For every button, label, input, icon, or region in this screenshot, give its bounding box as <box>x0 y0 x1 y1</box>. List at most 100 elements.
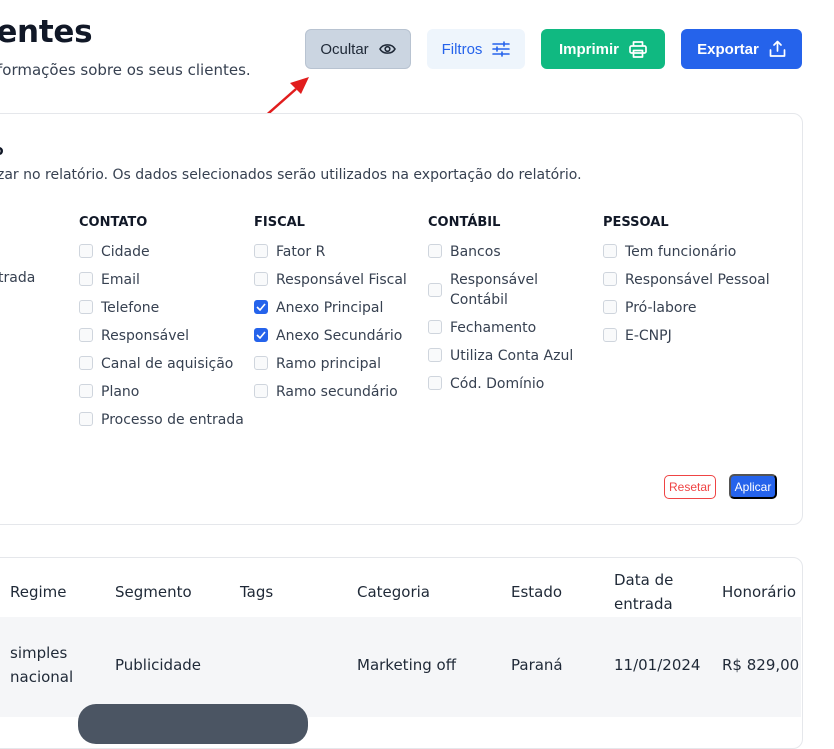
option-ramo-secundario[interactable]: Ramo secundário <box>254 382 398 402</box>
column-header-segmento[interactable]: Segmento <box>115 580 192 604</box>
checkbox[interactable] <box>254 244 268 258</box>
option-plano[interactable]: Plano <box>79 382 139 402</box>
option-label: Email <box>101 272 140 288</box>
option-responsavel-pessoal[interactable]: Responsável Pessoal <box>603 270 770 290</box>
option-responsavel-contabil[interactable]: Responsável Contábil <box>428 270 560 310</box>
option-label: Bancos <box>450 244 501 260</box>
checkbox[interactable] <box>254 272 268 286</box>
cell-estado: Paraná <box>511 656 563 674</box>
option-label: Cód. Domínio <box>450 376 545 392</box>
option-label: Anexo Secundário <box>276 328 403 344</box>
checkbox[interactable] <box>79 384 93 398</box>
checkbox[interactable] <box>428 283 442 297</box>
option-label: Pró-labore <box>625 300 697 316</box>
print-button-label: Imprimir <box>558 40 619 58</box>
sliders-icon <box>492 41 511 57</box>
checkbox-checked[interactable] <box>254 300 268 314</box>
export-button-label: Exportar <box>697 40 759 58</box>
option-ramo-principal[interactable]: Ramo principal <box>254 354 381 374</box>
checkbox-checked[interactable] <box>254 328 268 342</box>
checkbox[interactable] <box>603 328 617 342</box>
checkbox[interactable] <box>79 300 93 314</box>
option-label: Ramo secundário <box>276 384 398 400</box>
option-label: Responsável Contábil <box>450 272 538 308</box>
checkbox[interactable] <box>254 384 268 398</box>
option-utiliza-conta-azul[interactable]: Utiliza Conta Azul <box>428 346 573 366</box>
option-label: Responsável Fiscal <box>276 272 407 288</box>
option-label: Cidade <box>101 244 150 260</box>
option-anexo-secundario[interactable]: Anexo Secundário <box>254 326 402 346</box>
option-label: Telefone <box>101 300 160 316</box>
option-responsavel[interactable]: Responsável <box>79 326 189 346</box>
option-label: Fechamento <box>450 320 537 336</box>
partial-option-label: trada <box>0 270 36 286</box>
option-cidade[interactable]: Cidade <box>79 242 150 262</box>
column-heading-contato: CONTATO <box>79 215 148 230</box>
column-header-tags[interactable]: Tags <box>240 580 273 604</box>
column-heading-contabil: CONTÁBIL <box>428 215 501 230</box>
export-button[interactable]: Exportar <box>681 29 802 69</box>
option-fator-r[interactable]: Fator R <box>254 242 325 262</box>
cell-honorario: R$ 829,00 <box>722 656 800 674</box>
option-responsavel-fiscal[interactable]: Responsável Fiscal <box>254 270 407 290</box>
column-header-data-entrada[interactable]: Data de entrada <box>614 568 694 616</box>
option-label: Tem funcionário <box>625 244 737 260</box>
column-header-estado[interactable]: Estado <box>511 580 562 604</box>
column-heading-pessoal: PESSOAL <box>603 215 669 230</box>
filters-button[interactable]: Filtros <box>427 29 525 69</box>
checkbox[interactable] <box>79 328 93 342</box>
cell-data-entrada: 11/01/2024 <box>614 656 701 674</box>
option-telefone[interactable]: Telefone <box>79 298 159 318</box>
option-label: Ramo principal <box>276 356 381 372</box>
option-label: Processo de entrada <box>101 412 244 428</box>
option-pro-labore[interactable]: Pró-labore <box>603 298 697 318</box>
option-fechamento[interactable]: Fechamento <box>428 318 536 338</box>
option-label: Fator R <box>276 244 326 260</box>
option-cod-dominio[interactable]: Cód. Domínio <box>428 374 544 394</box>
checkbox[interactable] <box>428 376 442 390</box>
column-header-categoria[interactable]: Categoria <box>357 580 430 604</box>
apply-button[interactable]: Aplicar <box>729 474 777 499</box>
option-bancos[interactable]: Bancos <box>428 242 501 262</box>
option-e-cnpj[interactable]: E-CNPJ <box>603 326 672 346</box>
checkbox[interactable] <box>79 412 93 426</box>
cell-segmento: Publicidade <box>115 656 202 674</box>
option-label: Responsável Pessoal <box>625 272 770 288</box>
option-anexo-principal[interactable]: Anexo Principal <box>254 298 383 318</box>
option-label: Utiliza Conta Azul <box>450 348 574 364</box>
option-label: Anexo Principal <box>276 300 384 316</box>
checkbox[interactable] <box>428 244 442 258</box>
option-email[interactable]: Email <box>79 270 140 290</box>
floating-toolbar[interactable] <box>78 704 308 744</box>
checkbox[interactable] <box>79 244 93 258</box>
option-processo-entrada[interactable]: Processo de entrada <box>79 410 244 430</box>
option-label: Responsável <box>101 328 189 344</box>
checkbox[interactable] <box>603 272 617 286</box>
checkbox[interactable] <box>603 300 617 314</box>
column-header-regime[interactable]: Regime <box>10 580 67 604</box>
option-canal-aquisicao[interactable]: Canal de aquisição <box>79 354 233 374</box>
checkbox[interactable] <box>428 320 442 334</box>
panel-description: zar no relatório. Os dados selecionados … <box>0 167 582 183</box>
column-heading-fiscal: FISCAL <box>254 215 305 230</box>
upload-icon <box>769 40 786 58</box>
page-subtitle: formações sobre os seus clientes. <box>0 61 251 79</box>
cell-regime: simples nacional <box>10 644 74 686</box>
checkbox[interactable] <box>79 356 93 370</box>
reset-button[interactable]: Resetar <box>664 475 716 499</box>
checkbox[interactable] <box>603 244 617 258</box>
checkbox[interactable] <box>254 356 268 370</box>
printer-icon <box>629 40 647 58</box>
print-button[interactable]: Imprimir <box>541 29 665 69</box>
eye-icon <box>378 43 396 55</box>
checkbox[interactable] <box>79 272 93 286</box>
column-header-honorario[interactable]: Honorário <box>722 580 796 604</box>
page-title: ientes <box>0 14 93 50</box>
option-tem-funcionario[interactable]: Tem funcionário <box>603 242 736 262</box>
option-label: Plano <box>101 384 140 400</box>
hide-button[interactable]: Ocultar <box>305 29 411 69</box>
filters-button-label: Filtros <box>441 40 483 58</box>
hide-button-label: Ocultar <box>320 40 369 58</box>
checkbox[interactable] <box>428 348 442 362</box>
cell-categoria: Marketing off <box>357 656 457 674</box>
